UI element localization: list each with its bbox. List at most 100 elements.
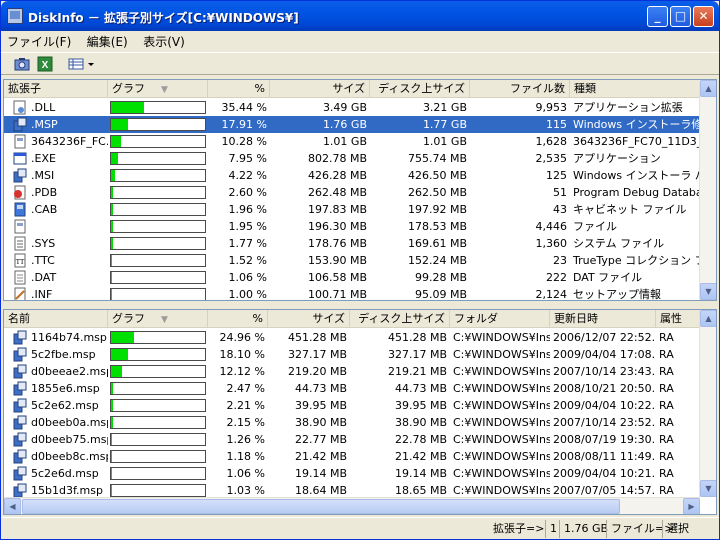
col-percent[interactable]: % [208, 80, 270, 98]
size-value: 19.14 MB [294, 467, 347, 480]
file-row[interactable]: 1855e6.msp 2.47 % 44.73 MB 44.73 MB C:¥WINDO… [4, 380, 700, 397]
extension-row[interactable]: .EXE 7.95 % 802.78 MB 755.74 MB 2,535 アプリケーショ… [4, 150, 700, 167]
size-bar-fill [111, 272, 112, 283]
disk-size-value: 178.53 MB [407, 220, 467, 233]
size-value: 197.83 MB [307, 203, 367, 216]
percent-value: 35.44 % [221, 101, 267, 114]
extension-name: .MSI [31, 169, 55, 182]
file-row[interactable]: 1164b74.msp 24.96 % 451.28 MB 451.28 MB C:¥W… [4, 329, 700, 346]
extension-row[interactable]: 1.95 % 196.30 MB 178.53 MB 4,446 ファイル [4, 218, 700, 235]
col-extension[interactable]: 拡張子 [4, 80, 108, 98]
col-file-count[interactable]: ファイル数 [470, 80, 570, 98]
msp-file-icon [13, 381, 27, 396]
file-row[interactable]: d0beeb75.msp 1.26 % 22.77 MB 22.78 MB C:¥WIN… [4, 431, 700, 448]
file-row[interactable]: d0beeb0a.msp 2.15 % 38.90 MB 38.90 MB C:¥WIN… [4, 414, 700, 431]
disk-size-value: 38.90 MB [394, 416, 447, 429]
file-row[interactable]: 5c2e62.msp 2.21 % 39.95 MB 39.95 MB C:¥WINDO… [4, 397, 700, 414]
col-modified[interactable]: 更新日時 [550, 310, 656, 328]
menu-edit[interactable]: 編集(E) [81, 31, 134, 52]
percent-value: 24.96 % [219, 331, 265, 344]
col-name[interactable]: 名前 [4, 310, 108, 328]
extension-row[interactable]: .CAB 1.96 % 197.83 MB 197.92 MB 43 キャビネット ファイ… [4, 201, 700, 218]
file-row[interactable]: d0beeae2.msp 12.12 % 219.20 MB 219.21 MB C:¥… [4, 363, 700, 380]
type-value: キャビネット ファイル [573, 203, 687, 216]
modified-value: 2008/08/11 11:49... [553, 450, 656, 463]
extension-vscrollbar[interactable]: ▲ ▼ [699, 80, 716, 300]
scroll-up-button[interactable]: ▲ [700, 310, 716, 327]
msp-file-icon [13, 117, 27, 132]
scroll-down-button[interactable]: ▼ [700, 283, 716, 300]
size-value: 44.73 MB [294, 382, 347, 395]
type-value: システム ファイル [573, 237, 665, 250]
percent-value: 1.18 % [226, 450, 265, 463]
col-attributes[interactable]: 属性 [656, 310, 700, 328]
size-bar-fill [111, 187, 114, 198]
file-row[interactable]: 5c2e6d.msp 1.06 % 19.14 MB 19.14 MB C:¥WINDO… [4, 465, 700, 482]
scroll-right-button[interactable]: ▶ [683, 498, 700, 514]
folder-value: C:¥WINDOWS¥Ins... [453, 450, 550, 463]
cab-file-icon [14, 202, 26, 217]
menu-file[interactable]: ファイル(F) [1, 31, 77, 52]
file-vscrollbar[interactable]: ▲ ▼ [699, 310, 716, 497]
extension-row[interactable]: .DLL 35.44 % 3.49 GB 3.21 GB 9,953 アプリケーション拡張 [4, 99, 700, 116]
file-row[interactable]: 5c2fbe.msp 18.10 % 327.17 MB 327.17 MB C:¥WI… [4, 346, 700, 363]
camera-icon[interactable] [13, 55, 31, 73]
maximize-button[interactable]: □ [670, 6, 691, 27]
extension-row[interactable]: .MSI 4.22 % 426.28 MB 426.50 MB 125 Windows イ… [4, 167, 700, 184]
size-bar [110, 288, 206, 300]
col-size[interactable]: サイズ [270, 80, 370, 98]
extension-row[interactable]: .INF 1.00 % 100.71 MB 95.09 MB 2,124 セットアップ情報 [4, 286, 700, 301]
size-value: 22.77 MB [294, 433, 347, 446]
col-folder[interactable]: フォルダ [450, 310, 550, 328]
modified-value: 2008/07/19 19:30... [553, 433, 656, 446]
extension-row[interactable]: .DAT 1.06 % 106.58 MB 99.28 MB 222 DAT ファイル [4, 269, 700, 286]
status-file-value: 選択 [662, 520, 693, 538]
menu-view[interactable]: 表示(V) [137, 31, 191, 52]
col-graph[interactable]: グラフ ▼ [108, 310, 208, 328]
size-bar [110, 365, 206, 378]
extension-list[interactable]: 拡張子 グラフ ▼ % サイズ ディスク上サイズ ファイル数 種類 .DLL 35.… [3, 79, 717, 301]
col-disk-size[interactable]: ディスク上サイズ [370, 80, 470, 98]
type-value: Windows インストーラ修... [573, 118, 700, 131]
extension-row[interactable]: TT .TTC 1.52 % 153.90 MB 152.24 MB 23 TrueType… [4, 252, 700, 269]
col-percent[interactable]: % [208, 310, 268, 328]
percent-value: 1.26 % [226, 433, 265, 446]
file-list[interactable]: 名前 グラフ ▼ % サイズ ディスク上サイズ フォルダ 更新日時 属性 1164… [3, 309, 717, 515]
dropdown-arrow-icon[interactable] [86, 55, 96, 73]
attributes-value: RA [659, 331, 674, 344]
scroll-left-button[interactable]: ◀ [4, 498, 21, 514]
col-size[interactable]: サイズ [268, 310, 350, 328]
percent-value: 4.22 % [228, 169, 267, 182]
size-value: 21.42 MB [294, 450, 347, 463]
folder-value: C:¥WINDOWS¥Ins... [453, 416, 550, 429]
scroll-down-button[interactable]: ▼ [700, 480, 716, 497]
extension-row[interactable]: .PDB 2.60 % 262.48 MB 262.50 MB 51 Program De… [4, 184, 700, 201]
col-disk-size[interactable]: ディスク上サイズ [350, 310, 450, 328]
view-icon[interactable] [67, 55, 85, 73]
hscroll-thumb[interactable] [22, 499, 620, 514]
file-row[interactable]: d0beeb8c.msp 1.18 % 21.42 MB 21.42 MB C:¥WIN… [4, 448, 700, 465]
excel-icon[interactable]: X [36, 55, 54, 73]
disk-size-value: 1.01 GB [422, 135, 467, 148]
extension-row[interactable]: .SYS 1.77 % 178.76 MB 169.61 MB 1,360 システム ファ… [4, 235, 700, 252]
col-graph[interactable]: グラフ ▼ [108, 80, 208, 98]
disk-size-value: 152.24 MB [407, 254, 467, 267]
extension-row[interactable]: .MSP 17.91 % 1.76 GB 1.77 GB 115 Windows インスト… [4, 116, 700, 133]
col-type[interactable]: 種類 [570, 80, 700, 98]
file-hscrollbar[interactable]: ◀ ▶ [4, 497, 700, 514]
file-count-value: 115 [546, 118, 567, 131]
percent-value: 2.15 % [226, 416, 265, 429]
disk-size-value: 22.78 MB [394, 433, 447, 446]
msi-file-icon [13, 168, 27, 183]
disk-size-value: 169.61 MB [407, 237, 467, 250]
size-bar [110, 220, 206, 233]
minimize-button[interactable]: _ [647, 6, 668, 27]
title-bar[interactable]: DiskInfo － 拡張子別サイズ[C:¥WINDOWS¥] _ □ ✕ [1, 1, 719, 31]
extension-row[interactable]: 3643236F_FC... 10.28 % 1.01 GB 1.01 GB 1,628… [4, 133, 700, 150]
size-value: 1.76 GB [322, 118, 367, 131]
close-button[interactable]: ✕ [693, 6, 714, 27]
attributes-value: RA [659, 416, 674, 429]
msp-file-icon [13, 364, 27, 379]
size-value: 100.71 MB [307, 288, 367, 301]
scroll-up-button[interactable]: ▲ [700, 80, 716, 97]
